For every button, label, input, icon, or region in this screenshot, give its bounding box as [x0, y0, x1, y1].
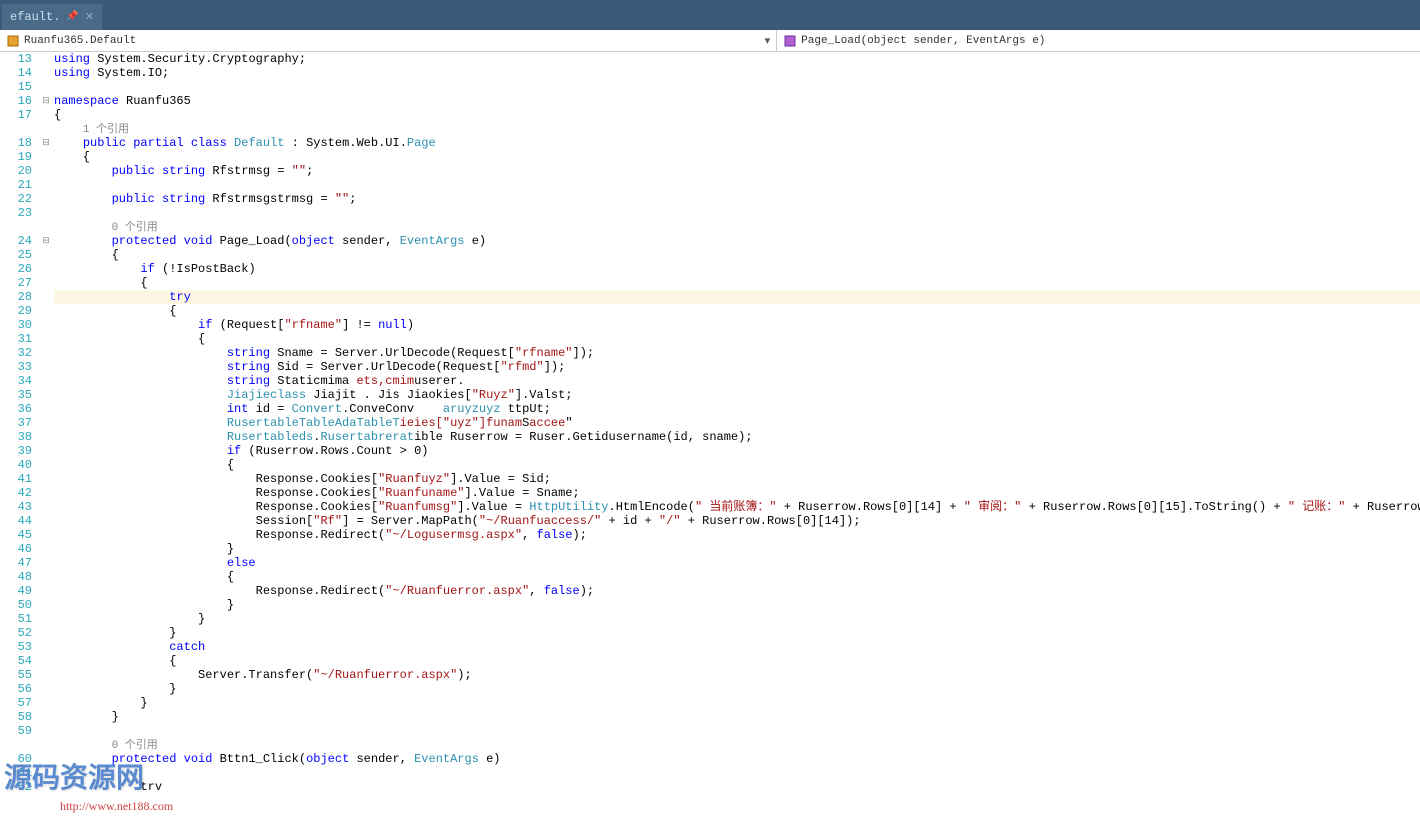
fold-column[interactable]: ⊟⊟⊟	[40, 52, 52, 820]
type-navigator-label: Ruanfu365.Default	[24, 35, 136, 47]
type-navigator[interactable]: Ruanfu365.Default ▾	[0, 30, 777, 51]
chevron-down-icon: ▾	[765, 34, 771, 48]
pushpin-icon[interactable]: 📌	[66, 11, 78, 23]
navigation-bar: Ruanfu365.Default ▾ Page_Load(object sen…	[0, 30, 1420, 52]
close-icon[interactable]: ✕	[85, 10, 94, 24]
class-icon	[6, 34, 20, 48]
line-number-gutter: 1314151617181920212223242526272829303132…	[0, 52, 40, 820]
code-content[interactable]: using System.Security.Cryptography;using…	[52, 52, 1420, 820]
method-icon	[783, 34, 797, 48]
member-navigator[interactable]: Page_Load(object sender, EventArgs e) ▾	[777, 30, 1420, 51]
member-navigator-label: Page_Load(object sender, EventArgs e)	[801, 35, 1045, 47]
editor-panel: Ruanfu365.Default ▾ Page_Load(object sen…	[0, 30, 1420, 820]
document-tab-strip: efault. 📌 ✕	[0, 0, 1420, 30]
document-tab[interactable]: efault. 📌 ✕	[2, 4, 102, 30]
code-editor[interactable]: 1314151617181920212223242526272829303132…	[0, 52, 1420, 820]
tab-label: efault.	[10, 10, 60, 24]
